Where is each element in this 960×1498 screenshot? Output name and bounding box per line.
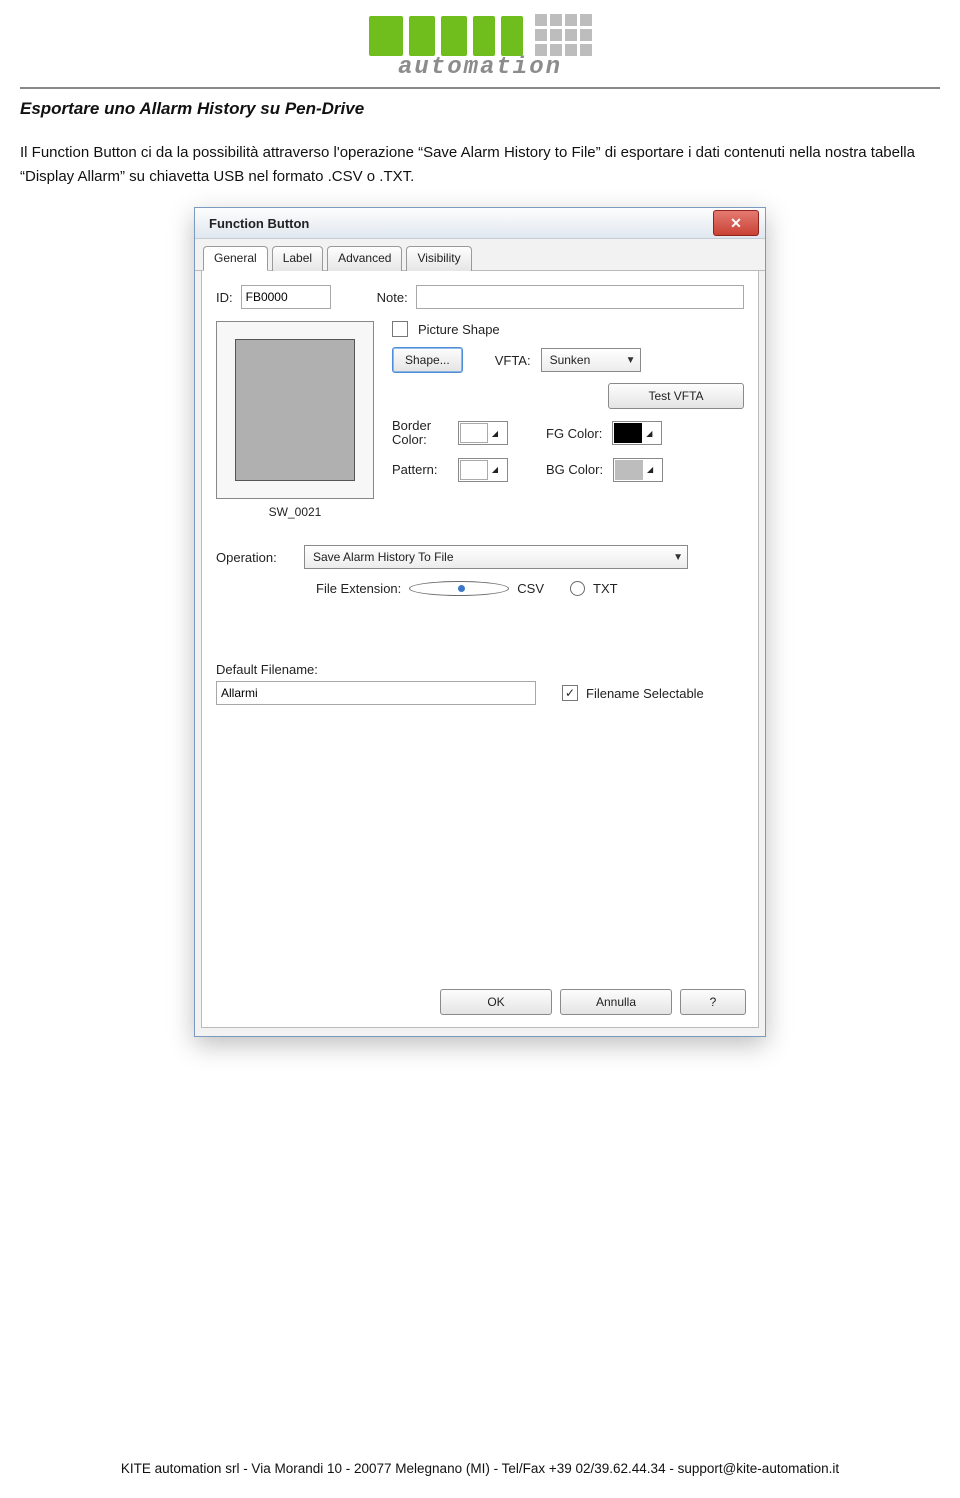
close-button[interactable]: ✕ xyxy=(713,210,759,236)
default-filename-label: Default Filename: xyxy=(216,662,744,677)
border-color-label: Border Color: xyxy=(392,419,448,448)
tab-visibility[interactable]: Visibility xyxy=(406,246,471,271)
shape-preview: SW_0021 xyxy=(216,321,374,519)
ext-csv-label: CSV xyxy=(517,581,544,596)
id-input[interactable] xyxy=(241,285,331,309)
shape-preview-label: SW_0021 xyxy=(216,505,374,519)
bg-color-picker[interactable]: ◢ xyxy=(613,458,663,482)
picture-shape-label: Picture Shape xyxy=(418,322,500,337)
tab-advanced[interactable]: Advanced xyxy=(327,246,402,271)
intro-paragraph: Il Function Button ci da la possibilità … xyxy=(20,141,940,189)
filename-selectable-checkbox[interactable]: ✓ xyxy=(562,685,578,701)
picture-shape-checkbox[interactable] xyxy=(392,321,408,337)
fg-color-label: FG Color: xyxy=(546,426,602,441)
border-color-picker[interactable]: ◢ xyxy=(458,421,508,445)
dialog-title: Function Button xyxy=(209,216,309,231)
ext-txt-label: TXT xyxy=(593,581,618,596)
ext-txt-radio[interactable] xyxy=(570,581,585,596)
ok-button[interactable]: OK xyxy=(440,989,552,1015)
vfta-select[interactable]: Sunken▼ xyxy=(541,348,641,372)
filename-selectable-label: Filename Selectable xyxy=(586,686,704,701)
note-label: Note: xyxy=(377,290,408,305)
vfta-label: VFTA: xyxy=(495,353,531,368)
operation-select[interactable]: Save Alarm History To File▼ xyxy=(304,545,688,569)
header-rule xyxy=(20,87,940,89)
tabs: General Label Advanced Visibility xyxy=(195,239,765,271)
shape-button[interactable]: Shape... xyxy=(392,347,463,373)
bg-color-label: BG Color: xyxy=(546,462,603,477)
tab-label[interactable]: Label xyxy=(272,246,323,271)
help-button[interactable]: ? xyxy=(680,989,746,1015)
page-footer: KITE automation srl - Via Morandi 10 - 2… xyxy=(0,1461,960,1476)
pattern-label: Pattern: xyxy=(392,462,448,477)
ext-csv-radio[interactable] xyxy=(409,581,509,596)
function-button-dialog: Function Button ✕ General Label Advanced… xyxy=(194,207,766,1037)
tab-general[interactable]: General xyxy=(203,246,268,271)
titlebar: Function Button ✕ xyxy=(195,208,765,239)
logo: automation xyxy=(20,14,940,81)
dialog-footer-buttons: OK Annulla ? xyxy=(440,989,746,1015)
operation-label: Operation: xyxy=(216,550,296,565)
cancel-button[interactable]: Annulla xyxy=(560,989,672,1015)
id-label: ID: xyxy=(216,290,233,305)
test-vfta-button[interactable]: Test VFTA xyxy=(608,383,744,409)
pattern-picker[interactable]: ◢ xyxy=(458,458,508,482)
note-input[interactable] xyxy=(416,285,744,309)
fg-color-picker[interactable]: ◢ xyxy=(612,421,662,445)
file-extension-label: File Extension: xyxy=(316,581,401,596)
page-title: Esportare uno Allarm History su Pen-Driv… xyxy=(20,99,940,119)
tab-panel-general: ID: Note: SW_0021 Picture Shape xyxy=(201,271,759,1028)
default-filename-input[interactable] xyxy=(216,681,536,705)
